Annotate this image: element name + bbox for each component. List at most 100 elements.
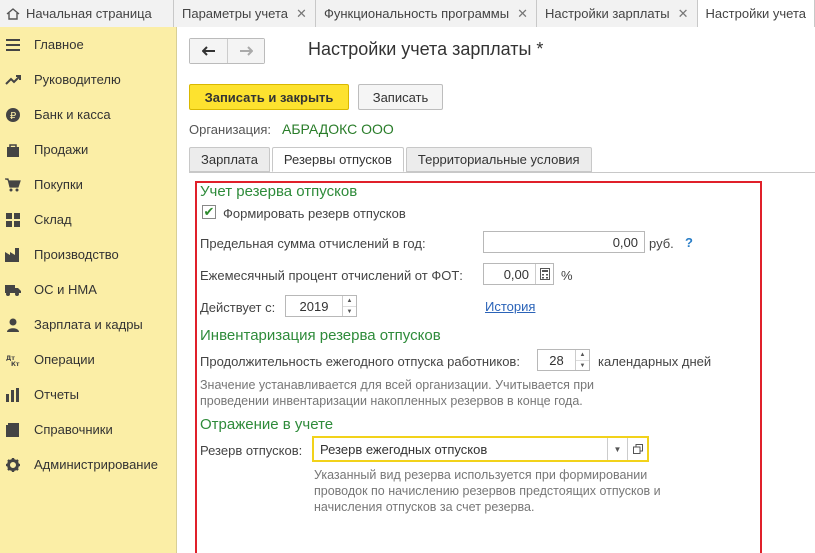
save-button[interactable]: Записать (358, 84, 443, 110)
close-icon[interactable]: ✕ (517, 6, 528, 22)
reserve-type-label: Резерв отпусков: (200, 443, 303, 458)
section-title-inventory: Инвентаризация резерва отпусков (200, 327, 441, 344)
duration-unit: календарных дней (598, 354, 712, 369)
form-reserve-checkbox[interactable]: ✔ (202, 204, 216, 219)
valid-from-year[interactable]: 2019 ▲ ▼ (285, 295, 357, 317)
tab-salary-settings-label: Настройки зарплаты (544, 6, 670, 21)
tab-functionality[interactable]: Функциональность программы ✕ (315, 0, 537, 27)
sidebar-item-label: Отчеты (34, 387, 79, 402)
back-button[interactable] (190, 39, 227, 63)
top-tab-bar: Начальная страница Параметры учета ✕ Фун… (0, 0, 815, 27)
trend-icon (5, 72, 21, 88)
ruble-icon: ₽ (5, 107, 21, 123)
sidebar-item-admin[interactable]: Администрирование (0, 447, 176, 482)
chevron-down-icon[interactable]: ▼ (607, 438, 627, 460)
tab-salary[interactable]: Зарплата (189, 147, 270, 172)
tab-accounting-params-label: Параметры учета (182, 6, 289, 21)
grid-icon (5, 212, 21, 228)
dt-kt-icon: Дт Кт (5, 352, 21, 368)
section-title-reserve: Учет резерва отпусков (200, 183, 358, 200)
tab-territorial-conditions[interactable]: Территориальные условия (405, 147, 592, 172)
duration-input[interactable]: 28 ▲ ▼ (537, 349, 590, 371)
sidebar-item-main[interactable]: Главное (0, 27, 176, 62)
sidebar-item-label: Операции (34, 352, 95, 367)
limit-input[interactable]: 0,00 (483, 231, 645, 253)
duration-stepper[interactable]: ▲ ▼ (575, 350, 589, 370)
cart-icon (5, 177, 21, 193)
tabs-divider (189, 172, 815, 173)
save-and-close-button[interactable]: Записать и закрыть (189, 84, 349, 110)
sidebar-item-label: Покупки (34, 177, 83, 192)
duration-value: 28 (549, 352, 564, 368)
sidebar-item-fixed-assets[interactable]: ОС и НМА (0, 272, 176, 307)
duration-label: Продолжительность ежегодного отпуска раб… (200, 354, 520, 369)
open-form-icon[interactable] (627, 438, 647, 460)
sidebar-item-label: Зарплата и кадры (34, 317, 143, 332)
form-reserve-label: Формировать резерв отпусков (223, 206, 406, 221)
up-arrow-icon[interactable]: ▲ (343, 296, 356, 306)
sidebar-item-label: Главное (34, 37, 84, 52)
reserve-type-select[interactable]: Резерв ежегодных отпусков ▼ (312, 436, 649, 462)
accounting-hint-line1: Указанный вид резерва используется при ф… (314, 468, 648, 482)
sidebar-item-label: Продажи (34, 142, 89, 157)
tab-accounting-settings[interactable]: Настройки учета (697, 0, 815, 27)
limit-unit: руб. (649, 236, 674, 251)
truck-icon (5, 282, 21, 298)
bag-icon (5, 142, 21, 158)
report-icon (5, 387, 21, 403)
valid-from-value: 2019 (299, 298, 329, 314)
sidebar-item-operations[interactable]: Дт Кт Операции (0, 342, 176, 377)
down-arrow-icon[interactable]: ▼ (576, 360, 589, 371)
organization-label: Организация: (189, 122, 272, 137)
tab-salary-settings[interactable]: Настройки зарплаты ✕ (536, 0, 698, 27)
factory-icon (5, 247, 21, 263)
tab-accounting-params[interactable]: Параметры учета ✕ (174, 0, 316, 27)
percent-unit: % (561, 268, 573, 283)
sidebar-item-label: ОС и НМА (34, 282, 97, 297)
sidebar-item-reports[interactable]: Отчеты (0, 377, 176, 412)
sidebar-item-label: Склад (34, 212, 72, 227)
accounting-hint-line2: проводок по начислению резервов предстоя… (314, 484, 661, 498)
limit-label: Предельная сумма отчислений в год: (200, 236, 426, 251)
sidebar-item-purchases[interactable]: Покупки (0, 167, 176, 202)
year-stepper[interactable]: ▲ ▼ (342, 296, 356, 316)
book-icon (5, 422, 21, 438)
back-arrow-icon (201, 43, 216, 60)
tab-functionality-label: Функциональность программы (323, 6, 510, 21)
forward-arrow-icon (239, 43, 254, 60)
sidebar-item-warehouse[interactable]: Склад (0, 202, 176, 237)
close-icon[interactable]: ✕ (678, 6, 689, 22)
tab-home[interactable]: Начальная страница (0, 0, 174, 27)
percent-label: Ежемесячный процент отчислений от ФОТ: (200, 268, 463, 283)
sidebar-item-salary[interactable]: Зарплата и кадры (0, 307, 176, 342)
forward-button[interactable] (227, 39, 264, 63)
down-arrow-icon[interactable]: ▼ (343, 306, 356, 317)
home-icon (6, 7, 20, 20)
svg-text:₽: ₽ (10, 111, 17, 122)
sidebar-item-sales[interactable]: Продажи (0, 132, 176, 167)
organization-value[interactable]: АБРАДОКС ООО (282, 121, 394, 137)
close-icon[interactable]: ✕ (296, 6, 307, 22)
page-title: Настройки учета зарплаты * (308, 39, 544, 59)
inventory-hint-line2: проведении инвентаризации накопленных ре… (200, 394, 583, 408)
sidebar-item-bank[interactable]: ₽ Банк и касса (0, 97, 176, 132)
inventory-hint-line1: Значение устанавливается для всей органи… (200, 378, 595, 392)
svg-text:Кт: Кт (11, 361, 20, 367)
accounting-hint-line3: начисления отпусков за счет резерва. (314, 500, 535, 514)
sidebar-item-references[interactable]: Справочники (0, 412, 176, 447)
help-icon[interactable]: ? (685, 235, 693, 250)
up-arrow-icon[interactable]: ▲ (576, 350, 589, 360)
sidebar-item-label: Справочники (34, 422, 113, 437)
form-tabs: Зарплата Резервы отпусков Территориальны… (189, 147, 594, 172)
sidebar-item-director[interactable]: Руководителю (0, 62, 176, 97)
sidebar-item-label: Администрирование (34, 457, 158, 472)
tab-home-label: Начальная страница (26, 6, 152, 21)
history-link[interactable]: История (485, 299, 535, 314)
calculator-icon[interactable] (535, 264, 553, 284)
section-title-accounting: Отражение в учете (200, 416, 334, 433)
sidebar-item-production[interactable]: Производство (0, 237, 176, 272)
valid-from-label: Действует с: (200, 300, 276, 315)
sidebar-item-label: Производство (34, 247, 119, 262)
tab-vacation-reserves[interactable]: Резервы отпусков (271, 147, 404, 172)
menu-icon (5, 37, 21, 53)
